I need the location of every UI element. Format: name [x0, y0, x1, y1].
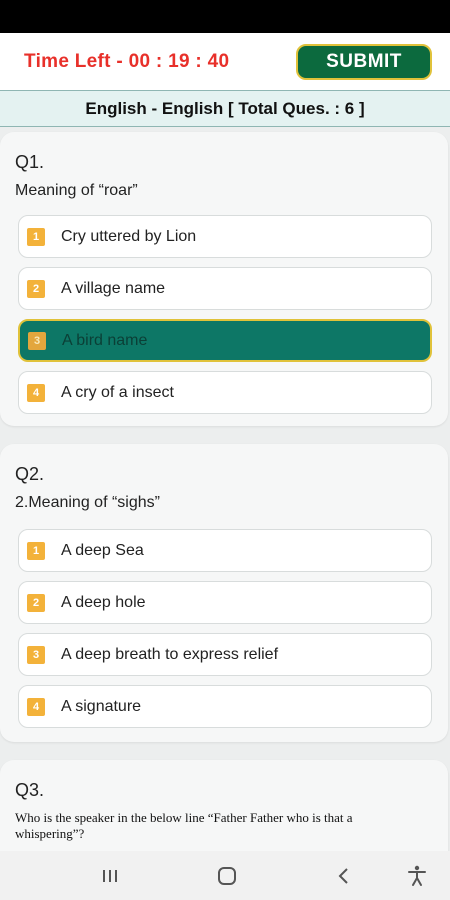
option-number-badge: 2 — [27, 593, 45, 612]
back-icon[interactable] — [329, 863, 359, 889]
option-2[interactable]: 2 A village name — [18, 267, 432, 310]
system-navigation-bar — [0, 851, 450, 900]
status-bar — [0, 0, 450, 33]
option-3-selected[interactable]: 3 A bird name — [18, 319, 432, 362]
option-label: A cry of a insect — [61, 383, 174, 401]
option-number-badge: 1 — [27, 541, 45, 560]
option-1[interactable]: 1 Cry uttered by Lion — [18, 215, 432, 258]
option-number-badge: 3 — [27, 645, 45, 664]
question-card-1: Q1. Meaning of “roar” 1 Cry uttered by L… — [0, 132, 448, 426]
option-number-badge: 2 — [27, 279, 45, 298]
option-number-badge: 3 — [28, 331, 46, 350]
question-text: 2.Meaning of “sighs” — [15, 494, 160, 511]
subject-title: English - English [ Total Ques. : 6 ] — [0, 90, 450, 127]
option-1[interactable]: 1 A deep Sea — [18, 529, 432, 572]
option-label: A deep hole — [61, 593, 146, 611]
option-label: A deep Sea — [61, 541, 144, 559]
option-label: A signature — [61, 697, 142, 715]
option-3[interactable]: 3 A deep breath to express relief — [18, 633, 432, 676]
question-card-3: Q3. Who is the speaker in the below line… — [0, 760, 448, 851]
option-label: A bird name — [62, 331, 148, 349]
question-text: Meaning of “roar” — [15, 182, 138, 199]
submit-button[interactable]: SUBMIT — [296, 43, 432, 80]
option-label: A village name — [61, 279, 166, 297]
question-card-2: Q2. 2.Meaning of “sighs” 1 A deep Sea 2 … — [0, 444, 448, 742]
question-text: Who is the speaker in the below line “Fa… — [15, 810, 353, 841]
option-label: Cry uttered by Lion — [61, 227, 197, 245]
home-icon[interactable] — [212, 863, 242, 889]
question-number: Q2. — [15, 464, 45, 484]
recent-apps-icon[interactable] — [95, 863, 125, 889]
option-number-badge: 4 — [27, 697, 45, 716]
option-label: A deep breath to express relief — [61, 645, 279, 663]
top-bar: Time Left - 00 : 19 : 40 SUBMIT — [0, 33, 450, 90]
question-number: Q1. — [15, 152, 45, 172]
option-4[interactable]: 4 A signature — [18, 685, 432, 728]
option-number-badge: 1 — [27, 227, 45, 246]
questions-list[interactable]: Q1. Meaning of “roar” 1 Cry uttered by L… — [0, 128, 450, 851]
time-left-label: Time Left - 00 : 19 : 40 — [24, 50, 230, 72]
option-2[interactable]: 2 A deep hole — [18, 581, 432, 624]
question-number: Q3. — [15, 780, 45, 800]
accessibility-icon[interactable] — [402, 863, 432, 889]
option-4[interactable]: 4 A cry of a insect — [18, 371, 432, 414]
option-number-badge: 4 — [27, 383, 45, 402]
